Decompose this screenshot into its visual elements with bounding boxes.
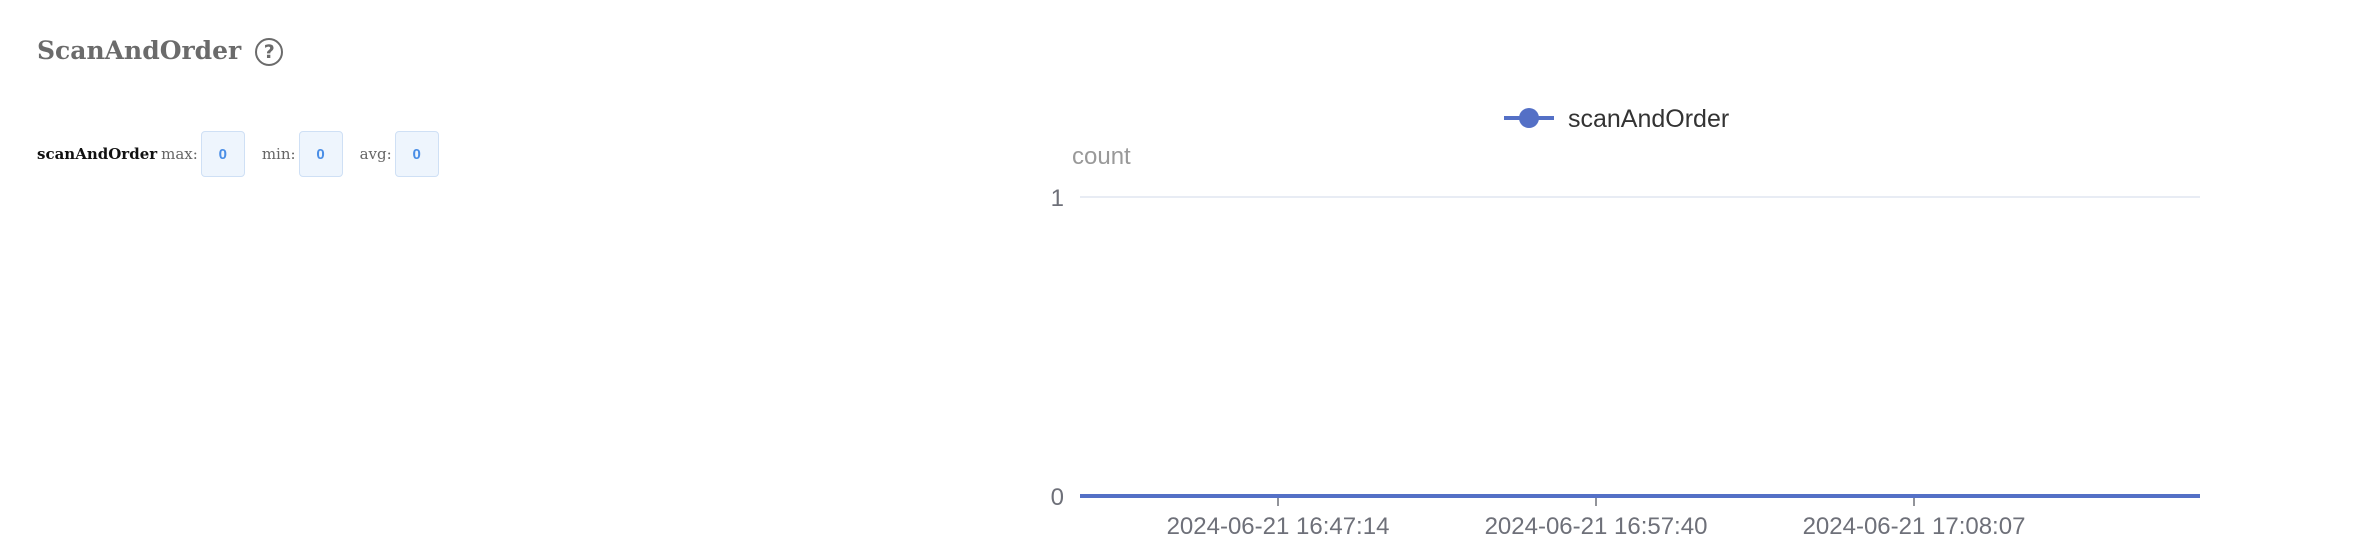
max-label: max: <box>161 145 198 163</box>
x-tick-label: 2024-06-21 16:57:40 <box>1485 513 1708 540</box>
y-axis-ticks: 01 <box>1051 185 1064 511</box>
legend-marker <box>1519 108 1539 128</box>
max-value-badge: 0 <box>200 131 245 177</box>
y-tick-label: 0 <box>1051 484 1064 511</box>
stats-summary: scanAndOrder max: 0 min: 0 avg: 0 <box>37 131 456 177</box>
panel-header: ScanAndOrder ? <box>37 34 284 66</box>
x-tick-label: 2024-06-21 16:47:14 <box>1167 513 1390 540</box>
panel-title: ScanAndOrder <box>37 35 242 65</box>
legend-label: scanAndOrder <box>1568 105 1729 133</box>
min-label: min: <box>261 145 296 163</box>
chart-canvas: scanAndOrder count 01 2024-06-21 16:47:1… <box>1051 105 2200 540</box>
question-circle-icon[interactable]: ? <box>255 38 284 66</box>
x-tick-label: 2024-06-21 17:08:07 <box>1803 513 2026 540</box>
avg-value-badge: 0 <box>394 131 439 177</box>
metric-name: scanAndOrder <box>37 145 158 163</box>
min-value-badge: 0 <box>298 131 343 177</box>
x-axis-ticks: 2024-06-21 16:47:14 2024-06-21 16:57:40 20… <box>1167 496 2026 540</box>
y-axis-label: count <box>1072 143 1131 170</box>
chart-legend[interactable]: scanAndOrder <box>1504 105 1729 133</box>
y-tick-label: 1 <box>1051 185 1064 212</box>
line-chart: scanAndOrder count 01 2024-06-21 16:47:1… <box>1020 80 2220 550</box>
avg-label: avg: <box>359 145 392 163</box>
